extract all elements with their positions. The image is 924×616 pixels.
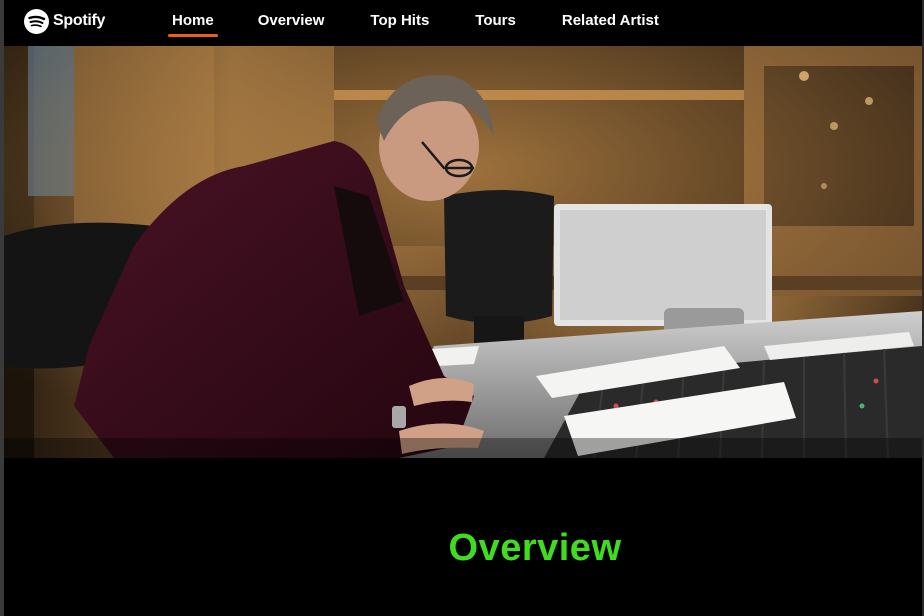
top-navbar: Spotify Home Overview Top Hits Tours Rel…: [0, 0, 924, 46]
nav-item-top-hits[interactable]: Top Hits: [358, 10, 441, 37]
nav-item-home[interactable]: Home: [160, 10, 226, 37]
overview-heading: Overview: [448, 527, 622, 569]
spotify-logo-icon: [24, 8, 49, 34]
hero-image: [4, 46, 922, 458]
nav-item-tours[interactable]: Tours: [463, 10, 528, 37]
brand-name: Spotify: [53, 12, 106, 29]
nav-menu: Home Overview Top Hits Tours Related Art…: [160, 0, 715, 46]
nav-item-related-artist[interactable]: Related Artist: [550, 10, 671, 37]
nav-item-overview[interactable]: Overview: [246, 10, 337, 37]
brand-logo-link[interactable]: Spotify: [24, 8, 105, 34]
